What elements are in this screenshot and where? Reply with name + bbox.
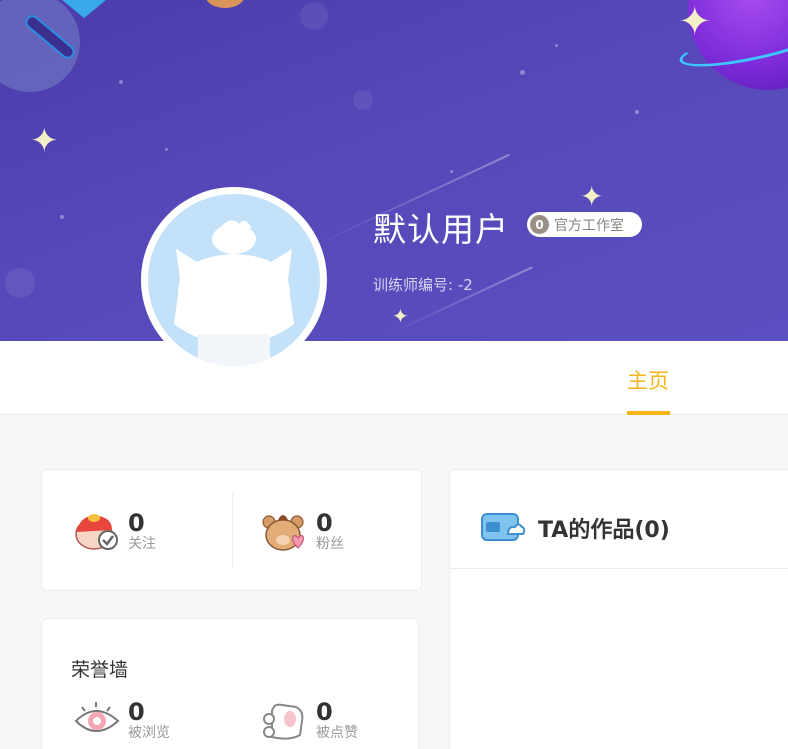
following-label: 关注 [128, 536, 156, 552]
views-stat: 0 被浏览 [72, 697, 170, 743]
sparkle-icon: ✦ [580, 180, 604, 213]
sparkle-icon: ✦ [392, 304, 409, 328]
works-card: TA的作品(0) [449, 469, 788, 749]
honor-wall-card: 荣誉墙 0 被浏览 0 被点赞 [41, 618, 419, 749]
badge-count-icon: 0 [530, 215, 549, 234]
star-dot [300, 2, 328, 30]
works-title: TA的作品(0) [538, 518, 670, 543]
profile-banner: ✦ ✦ ✦ ✦ 默认用户 0 官方工作室 训练师编号: -2 [0, 0, 788, 341]
eye-icon [74, 702, 120, 732]
fans-count: 0 [316, 509, 333, 537]
star-dot [555, 44, 558, 47]
tab-home[interactable]: 主页 [627, 365, 669, 395]
following-icon [75, 514, 118, 550]
likes-label: 被点赞 [316, 725, 358, 741]
following-stat[interactable]: 0 关注 [72, 508, 156, 554]
following-count: 0 [128, 509, 145, 537]
avatar-image [148, 194, 320, 366]
star-dot [635, 110, 639, 114]
star-dot [60, 215, 64, 219]
fans-label: 粉丝 [316, 536, 344, 552]
profile-nav: 主页 [0, 341, 788, 415]
sparkle-icon: ✦ [678, 0, 712, 45]
badge-label: 官方工作室 [554, 217, 624, 234]
avatar[interactable] [141, 187, 327, 373]
star-dot [353, 90, 373, 110]
trainer-id: 训练师编号: -2 [373, 276, 473, 294]
works-header: TA的作品(0) [450, 470, 788, 569]
likes-stat: 0 被点赞 [260, 697, 358, 743]
works-icon [481, 513, 526, 541]
star-dot [5, 268, 35, 298]
stats-divider [232, 493, 233, 569]
honor-wall-title: 荣誉墙 [71, 659, 129, 681]
orange-decoration [205, 0, 245, 8]
sparkle-icon: ✦ [30, 121, 59, 161]
star-dot [450, 170, 453, 173]
likes-count: 0 [316, 698, 333, 726]
views-count: 0 [128, 698, 145, 726]
views-label: 被浏览 [128, 725, 170, 741]
star-dot [165, 148, 168, 151]
username: 默认用户 [373, 210, 509, 249]
studio-badge[interactable]: 0 官方工作室 [527, 212, 642, 237]
star-dot [520, 70, 525, 75]
star-dot [119, 80, 123, 84]
fans-stat[interactable]: 0 粉丝 [260, 508, 344, 554]
paw-icon [263, 703, 304, 740]
stats-card: 0 关注 0 粉丝 [41, 469, 422, 591]
triangle-decoration [62, 0, 106, 18]
cat-silhouette-icon [174, 220, 294, 366]
tab-active-indicator [627, 411, 670, 415]
fans-icon [262, 515, 305, 551]
